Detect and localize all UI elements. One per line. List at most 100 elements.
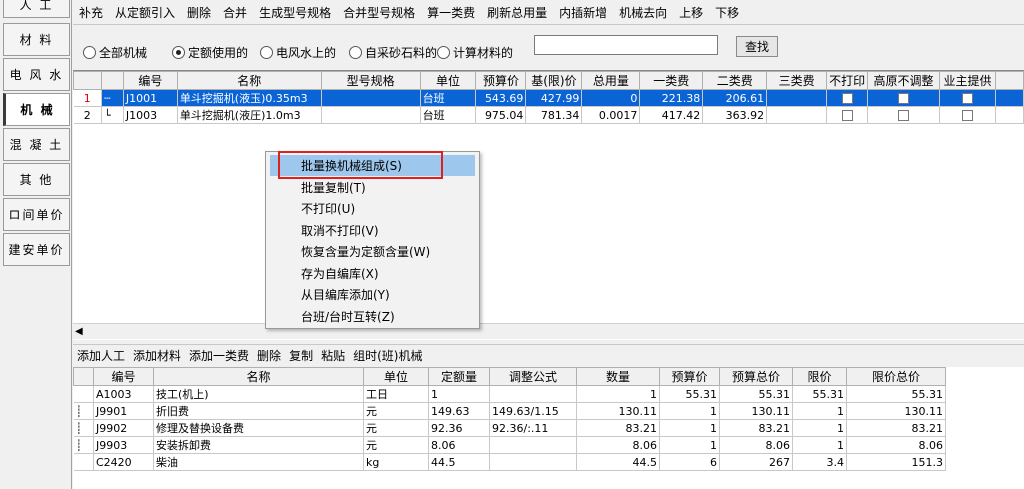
qty-cell[interactable]: 83.21 bbox=[576, 419, 660, 437]
unit-cell[interactable]: 元 bbox=[363, 419, 429, 437]
radio-circle[interactable] bbox=[437, 46, 450, 59]
col-header[interactable]: 预算总价 bbox=[719, 367, 793, 386]
menu-item-restore-quota-content[interactable]: 恢复含量为定额含量(W) bbox=[270, 241, 475, 262]
import-from-quota-button[interactable]: 从定额引入 bbox=[109, 4, 181, 21]
code-cell[interactable]: J9903 bbox=[93, 436, 154, 454]
calc-class1-fee-button[interactable]: 算一类费 bbox=[421, 4, 481, 21]
table-row[interactable]: A1003 技工(机上) 工日 1 1 55.31 55.31 55.31 55… bbox=[73, 385, 946, 403]
merge-spec-button[interactable]: 合并型号规格 bbox=[337, 4, 421, 21]
quota-cell[interactable]: 1 bbox=[428, 385, 490, 403]
code-cell[interactable]: J9901 bbox=[93, 402, 154, 420]
table-row[interactable]: 1 ┄ J1001 单斗挖掘机(液玉)0.35m3 台班 543.69 427.… bbox=[73, 89, 1024, 107]
formula-cell[interactable]: 92.36/:.11 bbox=[489, 419, 577, 437]
tab-power-wind-water[interactable]: 电 风 水 bbox=[3, 58, 70, 91]
radio-self-mined-aggregate[interactable]: 自采砂石料的 bbox=[349, 44, 437, 61]
formula-cell[interactable]: 149.63/1.15 bbox=[489, 402, 577, 420]
unit-cell[interactable]: 台班 bbox=[420, 106, 477, 124]
tab-machinery[interactable]: 机 械 bbox=[3, 93, 70, 126]
col-header[interactable]: 总用量 bbox=[581, 71, 641, 90]
tab-construction-unit-price[interactable]: 建安单价 bbox=[3, 233, 70, 266]
col-header[interactable]: 编号 bbox=[93, 367, 154, 386]
limit-total-cell[interactable]: 8.06 bbox=[846, 436, 946, 454]
table-row[interactable]: ┊ J9902 修理及替换设备费 元 92.36 92.36/:.11 83.2… bbox=[73, 419, 946, 437]
no-print-cell[interactable] bbox=[826, 106, 869, 124]
class3-fee-cell[interactable] bbox=[766, 106, 828, 124]
merge-button[interactable]: 合并 bbox=[217, 4, 253, 21]
radio-circle[interactable] bbox=[260, 46, 273, 59]
limit-cell[interactable]: 1 bbox=[792, 419, 847, 437]
name-cell[interactable]: 技工(机上) bbox=[153, 385, 364, 403]
col-header[interactable]: 业主提供 bbox=[939, 71, 996, 90]
col-header[interactable]: 单位 bbox=[419, 71, 477, 90]
menu-item-no-print[interactable]: 不打印(U) bbox=[270, 198, 475, 219]
limit-cell[interactable]: 3.4 bbox=[792, 453, 847, 471]
total-usage-cell[interactable]: 0.0017 bbox=[581, 106, 641, 124]
owner-provided-checkbox[interactable] bbox=[962, 93, 973, 104]
no-print-checkbox[interactable] bbox=[841, 110, 853, 121]
owner-provided-cell[interactable] bbox=[939, 89, 996, 107]
copy-button[interactable]: 复制 bbox=[285, 347, 317, 364]
unit-cell[interactable]: 元 bbox=[363, 436, 429, 454]
table-row[interactable]: 2 └ J1003 单斗挖掘机(液圧)1.0m3 台班 975.04 781.3… bbox=[73, 106, 1024, 124]
menu-item-cancel-no-print[interactable]: 取消不打印(V) bbox=[270, 220, 475, 241]
formula-cell[interactable] bbox=[489, 436, 577, 454]
code-cell[interactable]: J1001 bbox=[123, 89, 178, 107]
budget-price-cell[interactable]: 543.69 bbox=[475, 89, 527, 107]
scroll-left-arrow-icon[interactable]: ◀ bbox=[75, 326, 83, 337]
col-header[interactable]: 单位 bbox=[363, 367, 429, 386]
col-header[interactable]: 数量 bbox=[576, 367, 660, 386]
delete-row-button[interactable]: 删除 bbox=[253, 347, 285, 364]
col-header[interactable]: 基(限)价 bbox=[525, 71, 583, 90]
total-cell[interactable]: 130.11 bbox=[719, 402, 793, 420]
machine-destination-button[interactable]: 机械去向 bbox=[613, 4, 673, 21]
horizontal-scrollbar[interactable]: ◀ bbox=[73, 323, 1024, 339]
tab-labor[interactable]: 人 工 bbox=[3, 0, 70, 18]
add-class1-fee-button[interactable]: 添加一类费 bbox=[185, 347, 253, 364]
total-cell[interactable]: 267 bbox=[719, 453, 793, 471]
owner-provided-checkbox[interactable] bbox=[962, 110, 973, 121]
price-cell[interactable]: 55.31 bbox=[659, 385, 720, 403]
col-header[interactable]: 高原不调整 bbox=[867, 71, 941, 90]
price-cell[interactable]: 1 bbox=[659, 402, 720, 420]
code-cell[interactable]: C2420 bbox=[93, 453, 154, 471]
col-header[interactable]: 不打印 bbox=[826, 71, 869, 90]
code-cell[interactable]: A1003 bbox=[93, 385, 154, 403]
quota-cell[interactable]: 92.36 bbox=[428, 419, 490, 437]
tab-other[interactable]: 其 他 bbox=[3, 163, 70, 196]
col-header[interactable]: 定额量 bbox=[428, 367, 490, 386]
owner-provided-cell[interactable] bbox=[939, 106, 996, 124]
spec-cell[interactable] bbox=[321, 89, 421, 107]
col-header[interactable]: 预算价 bbox=[475, 71, 527, 90]
col-header[interactable]: 调整公式 bbox=[489, 367, 577, 386]
name-cell[interactable]: 柴油 bbox=[153, 453, 364, 471]
quota-cell[interactable]: 149.63 bbox=[428, 402, 490, 420]
limit-cell[interactable]: 1 bbox=[792, 436, 847, 454]
col-header[interactable]: 预算价 bbox=[659, 367, 720, 386]
col-header[interactable]: 一类费 bbox=[639, 71, 704, 90]
unit-cell[interactable]: 元 bbox=[363, 402, 429, 420]
total-cell[interactable]: 55.31 bbox=[719, 385, 793, 403]
interpolate-add-button[interactable]: 内插新增 bbox=[553, 4, 613, 21]
total-usage-cell[interactable]: 0 bbox=[581, 89, 641, 107]
formula-cell[interactable] bbox=[489, 453, 577, 471]
radio-power-wind-water[interactable]: 电风水上的 bbox=[260, 44, 336, 61]
no-altitude-adjust-cell[interactable] bbox=[867, 89, 941, 107]
name-cell[interactable]: 单斗挖掘机(液圧)1.0m3 bbox=[177, 106, 322, 124]
col-header[interactable]: 名称 bbox=[153, 367, 364, 386]
price-cell[interactable]: 1 bbox=[659, 436, 720, 454]
unit-cell[interactable]: 台班 bbox=[420, 89, 477, 107]
search-input[interactable] bbox=[534, 35, 718, 55]
add-labor-button[interactable]: 添加人工 bbox=[73, 347, 129, 364]
total-cell[interactable]: 83.21 bbox=[719, 419, 793, 437]
delete-button[interactable]: 删除 bbox=[181, 4, 217, 21]
limit-cell[interactable]: 55.31 bbox=[792, 385, 847, 403]
radio-circle[interactable] bbox=[349, 46, 362, 59]
menu-item-batch-copy[interactable]: 批量复制(T) bbox=[270, 177, 475, 198]
radio-quota-used[interactable]: 定额使用的 bbox=[172, 44, 248, 61]
col-header[interactable]: 二类费 bbox=[702, 71, 768, 90]
name-cell[interactable]: 折旧费 bbox=[153, 402, 364, 420]
formula-cell[interactable] bbox=[489, 385, 577, 403]
tab-concrete[interactable]: 混 凝 土 bbox=[3, 128, 70, 161]
price-cell[interactable]: 6 bbox=[659, 453, 720, 471]
generate-spec-button[interactable]: 生成型号规格 bbox=[253, 4, 337, 21]
